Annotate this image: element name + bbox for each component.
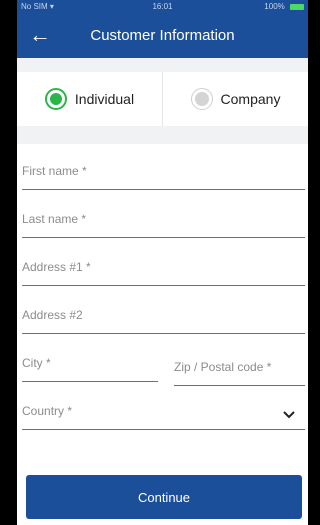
battery-icon <box>290 3 304 10</box>
address1-field[interactable]: Address #1 * <box>22 248 305 296</box>
continue-button[interactable]: Continue <box>26 475 302 519</box>
city-zip-row: City * Zip / Postal code * <box>17 344 308 392</box>
zip-field[interactable]: Zip / Postal code * <box>174 344 305 392</box>
first-name-field[interactable]: First name * <box>22 152 305 200</box>
status-bar: No SIM ▾ 16:01 100% <box>17 0 308 14</box>
country-select[interactable]: Country * <box>22 392 305 440</box>
section-divider <box>17 58 308 72</box>
individual-option[interactable]: Individual <box>17 72 162 126</box>
nav-bar: ← Customer Information <box>17 14 308 58</box>
chevron-down-icon <box>283 411 295 419</box>
customer-form: First name * Last name * Address #1 * Ad… <box>17 144 308 440</box>
battery-percent: 100% <box>264 2 285 11</box>
last-name-placeholder: Last name * <box>22 212 87 226</box>
address1-placeholder: Address #1 * <box>22 260 91 274</box>
city-placeholder: City * <box>22 356 51 370</box>
company-option[interactable]: Company <box>162 72 308 126</box>
city-field[interactable]: City * <box>22 344 158 392</box>
country-placeholder: Country * <box>22 404 73 418</box>
address2-field[interactable]: Address #2 <box>22 296 305 344</box>
customer-type-selector: Individual Company <box>17 72 308 126</box>
address2-placeholder: Address #2 <box>22 308 83 322</box>
page-title: Customer Information <box>90 27 235 44</box>
first-name-placeholder: First name * <box>22 164 87 178</box>
section-divider <box>17 126 308 144</box>
last-name-field[interactable]: Last name * <box>22 200 305 248</box>
radio-selected-icon <box>44 88 67 110</box>
company-label: Company <box>220 91 281 107</box>
zip-placeholder: Zip / Postal code * <box>174 360 272 374</box>
individual-label: Individual <box>74 91 135 107</box>
app-screen: No SIM ▾ 16:01 100% ← Customer Informati… <box>17 0 308 525</box>
radio-unselected-icon <box>190 88 213 110</box>
